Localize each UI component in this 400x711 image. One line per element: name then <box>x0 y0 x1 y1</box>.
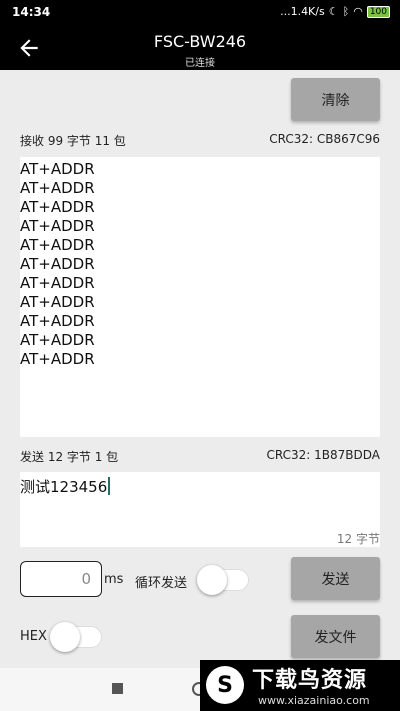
receive-line: AT+ADDR <box>20 350 95 368</box>
receive-line: AT+ADDR <box>20 293 95 311</box>
send-summary: 发送 12 字节 1 包 <box>20 450 119 464</box>
send-file-button[interactable]: 发文件 <box>291 615 380 658</box>
text-cursor <box>108 477 111 495</box>
toggle-thumb <box>50 622 80 652</box>
send-crc: CRC32: 1B87BDDA <box>266 448 380 462</box>
receive-line: AT+ADDR <box>20 179 95 197</box>
connection-status: 已连接 <box>185 58 215 69</box>
send-text-value: 测试123456 <box>20 478 108 496</box>
receive-line: AT+ADDR <box>20 312 95 330</box>
receive-line: AT+ADDR <box>20 217 95 235</box>
status-time: 14:34 <box>12 5 51 19</box>
watermark: S 下载鸟资源 www.xiazainiao.com <box>200 660 400 711</box>
receive-line: AT+ADDR <box>20 198 95 216</box>
receive-line: AT+ADDR <box>20 274 95 292</box>
device-title: FSC-BW246 <box>153 32 247 51</box>
battery-icon: 100 <box>366 5 390 18</box>
loop-send-toggle[interactable] <box>197 563 251 595</box>
watermark-url: www.xiazainiao.com <box>258 694 370 707</box>
status-icons: ...1.4K/s ☾ ᛒ ◠ 100 <box>280 5 390 18</box>
receive-line: AT+ADDR <box>20 331 95 349</box>
receive-line: AT+ADDR <box>20 255 95 273</box>
watermark-logo: S <box>206 666 244 704</box>
receive-crc: CRC32: CB867C96 <box>269 132 380 146</box>
network-speed: ...1.4K/s <box>280 5 325 18</box>
receive-line: AT+ADDR <box>20 160 95 178</box>
loop-send-label: 循环发送 <box>135 576 188 591</box>
wifi-icon: ◠ <box>353 5 363 18</box>
send-byte-count: 12 字节 <box>336 532 380 546</box>
receive-line: AT+ADDR <box>20 236 95 254</box>
send-text: 测试123456 <box>20 476 111 497</box>
toggle-thumb <box>197 565 227 595</box>
moon-icon: ☾ <box>328 5 339 18</box>
bluetooth-icon: ᛒ <box>342 5 350 18</box>
hex-label: HEX <box>20 629 47 644</box>
receive-summary: 接收 99 字节 11 包 <box>20 134 126 148</box>
clear-button[interactable]: 清除 <box>291 78 380 121</box>
recents-icon[interactable] <box>112 683 123 694</box>
interval-unit: ms <box>104 572 124 587</box>
receive-text: AT+ADDR AT+ADDR AT+ADDR AT+ADDR AT+ADDR … <box>20 160 380 369</box>
app-bar: FSC-BW246 已连接 <box>0 26 400 70</box>
send-button[interactable]: 发送 <box>291 557 380 600</box>
hex-toggle[interactable] <box>50 620 104 652</box>
status-bar: 14:34 ...1.4K/s ☾ ᛒ ◠ 100 <box>0 0 400 26</box>
interval-input[interactable]: 0 <box>20 561 102 597</box>
watermark-title: 下载鸟资源 <box>252 668 368 693</box>
